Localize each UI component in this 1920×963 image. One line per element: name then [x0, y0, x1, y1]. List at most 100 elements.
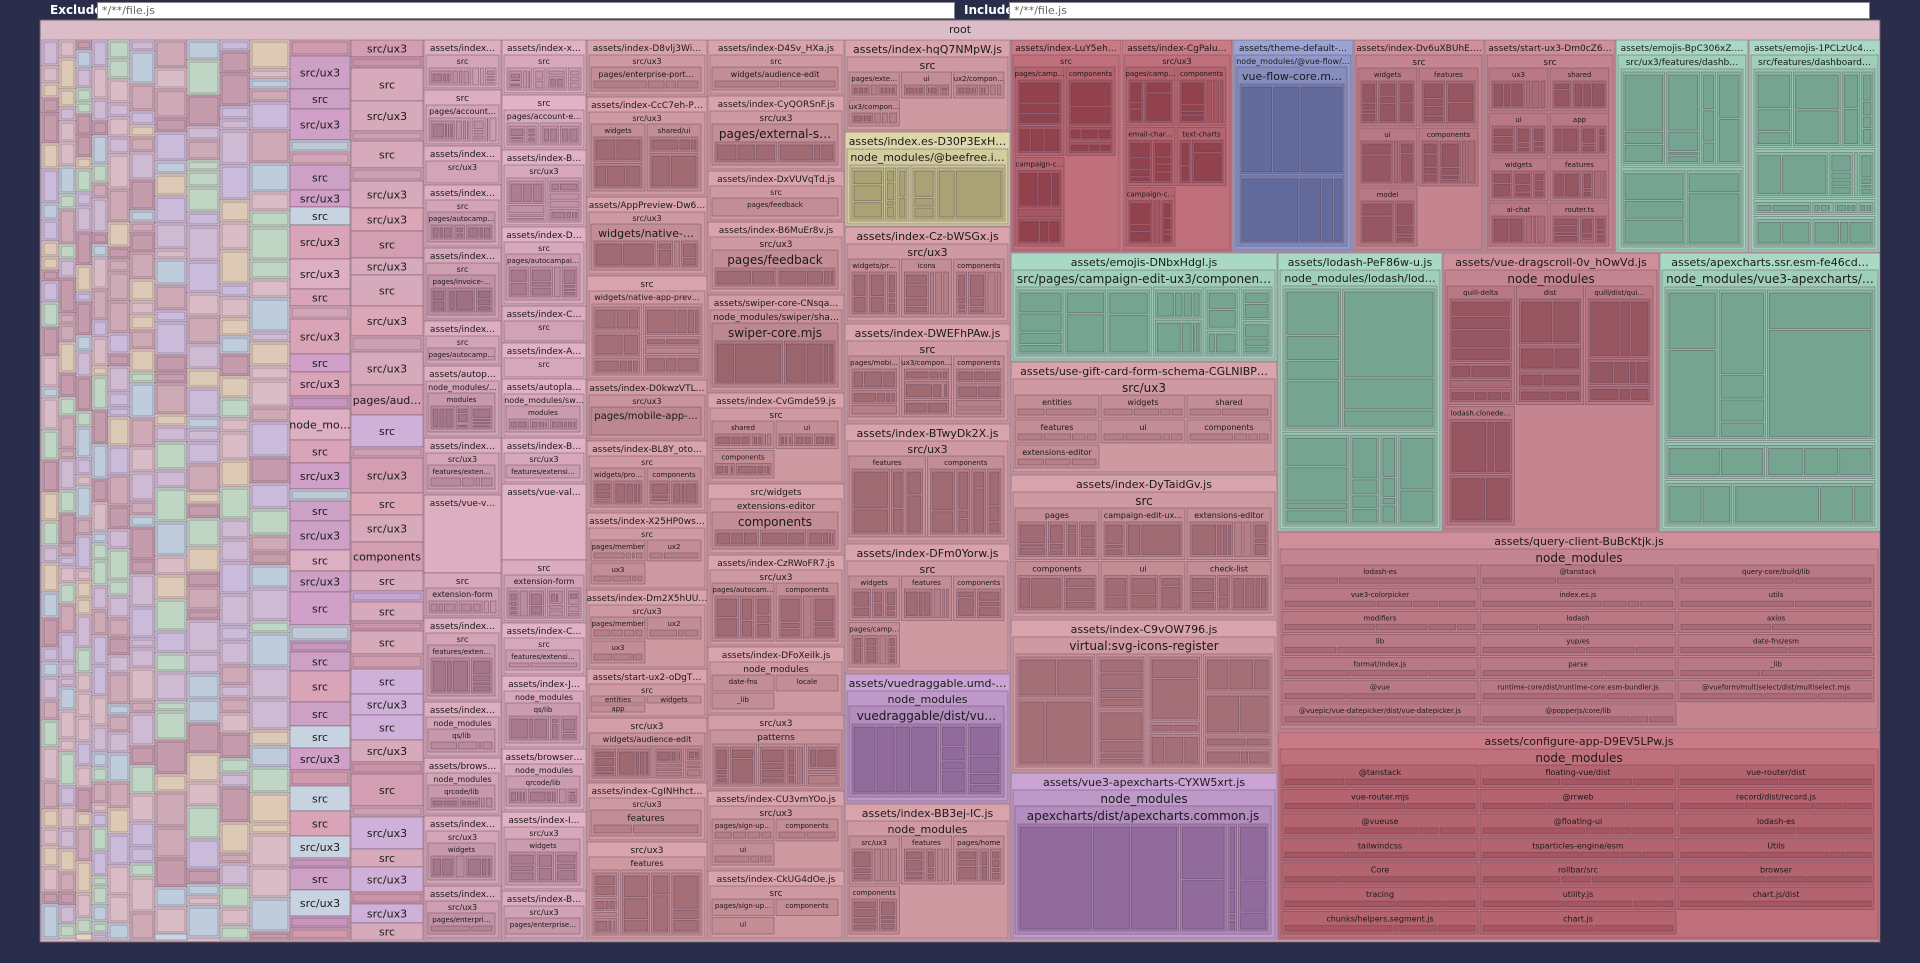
detail-cell[interactable]	[1633, 778, 1674, 785]
detail-cell[interactable]	[1423, 83, 1443, 98]
detail-cell[interactable]	[1221, 408, 1269, 416]
detail-cell[interactable]	[695, 751, 699, 759]
detail-cell[interactable]	[156, 654, 186, 671]
detail-cell[interactable]	[473, 135, 484, 140]
detail-cell[interactable]	[1153, 200, 1161, 244]
detail-cell[interactable]	[1735, 486, 1819, 523]
detail-cell[interactable]	[1658, 900, 1674, 907]
detail-cell[interactable]	[221, 854, 249, 862]
detail-cell[interactable]	[93, 906, 107, 921]
detail-cell[interactable]	[874, 112, 881, 124]
detail-cell[interactable]	[673, 483, 681, 503]
detail-cell[interactable]	[1127, 524, 1141, 555]
detail-cell[interactable]	[1070, 144, 1089, 151]
detail-cell[interactable]	[971, 87, 974, 94]
detail-cell[interactable]	[1757, 205, 1772, 211]
detail-cell[interactable]	[651, 499, 669, 501]
detail-cell[interactable]	[221, 419, 249, 431]
detail-cell[interactable]	[888, 87, 891, 94]
detail-cell[interactable]	[685, 483, 697, 503]
detail-cell[interactable]	[1192, 322, 1195, 353]
detail-cell[interactable]	[60, 343, 75, 372]
detail-cell[interactable]	[1070, 107, 1111, 124]
detail-cell[interactable]	[807, 270, 823, 285]
detail-cell[interactable]	[853, 371, 863, 388]
detail-cell[interactable]	[1680, 827, 1796, 834]
detail-cell[interactable]	[77, 266, 91, 291]
detail-cell[interactable]	[1561, 876, 1591, 883]
detail-cell[interactable]	[814, 144, 821, 161]
detail-cell[interactable]	[1240, 880, 1267, 912]
detail-cell[interactable]	[291, 141, 349, 151]
detail-cell[interactable]	[535, 80, 544, 89]
detail-cell[interactable]	[109, 418, 129, 445]
detail-cell[interactable]	[462, 120, 466, 140]
detail-cell[interactable]	[1380, 96, 1396, 103]
detail-cell[interactable]	[1249, 751, 1269, 764]
detail-cell[interactable]	[978, 386, 1000, 397]
detail-cell[interactable]	[1400, 103, 1413, 122]
detail-cell[interactable]	[60, 545, 75, 555]
detail-cell[interactable]	[109, 118, 129, 136]
detail-cell[interactable]	[1155, 157, 1171, 164]
detail-cell[interactable]	[866, 651, 877, 663]
detail-cell[interactable]	[109, 638, 129, 654]
detail-cell[interactable]	[574, 211, 578, 219]
detail-cell[interactable]	[788, 749, 795, 763]
detail-cell[interactable]	[1364, 716, 1476, 723]
detail-cell[interactable]	[156, 260, 186, 284]
detail-cell[interactable]	[1517, 143, 1529, 147]
detail-cell[interactable]	[1614, 362, 1629, 383]
detail-cell[interactable]	[1680, 623, 1771, 630]
detail-cell[interactable]	[633, 360, 638, 372]
detail-cell[interactable]	[442, 858, 453, 876]
detail-cell[interactable]	[1487, 422, 1494, 472]
detail-cell[interactable]	[467, 120, 469, 140]
detail-cell[interactable]	[1831, 172, 1851, 180]
detail-cell[interactable]	[853, 87, 858, 94]
detail-cell[interactable]	[1219, 578, 1229, 597]
detail-cell[interactable]	[569, 76, 580, 82]
detail-cell[interactable]	[1344, 291, 1434, 378]
detail-cell[interactable]	[60, 873, 75, 891]
detail-cell[interactable]	[1099, 129, 1111, 139]
detail-cell[interactable]	[1103, 433, 1125, 441]
detail-cell[interactable]	[1599, 136, 1605, 152]
detail-cell[interactable]	[1824, 670, 1872, 677]
detail-cell[interactable]	[1396, 225, 1413, 234]
detail-cell[interactable]	[1259, 433, 1269, 441]
detail-cell[interactable]	[486, 70, 495, 75]
detail-cell[interactable]	[895, 726, 911, 793]
detail-cell[interactable]	[881, 920, 895, 923]
detail-cell[interactable]	[670, 155, 697, 187]
detail-cell[interactable]	[893, 508, 903, 533]
detail-cell[interactable]	[1105, 524, 1123, 544]
detail-cell[interactable]	[666, 339, 699, 345]
detail-cell[interactable]	[786, 343, 806, 383]
detail-cell[interactable]	[1423, 167, 1437, 174]
detail-cell[interactable]	[1486, 478, 1510, 521]
detail-cell[interactable]	[1382, 437, 1396, 477]
detail-cell[interactable]	[1286, 381, 1339, 427]
detail-cell[interactable]	[1426, 900, 1444, 907]
detail-cell[interactable]	[1525, 215, 1533, 244]
detail-cell[interactable]	[1240, 695, 1269, 733]
detail-cell[interactable]	[221, 74, 249, 105]
detail-cell[interactable]	[658, 243, 672, 249]
detail-cell[interactable]	[1019, 544, 1045, 547]
detail-cell[interactable]	[188, 61, 219, 94]
detail-cell[interactable]	[291, 153, 349, 164]
detail-cell[interactable]	[221, 285, 249, 296]
detail-cell[interactable]	[1393, 925, 1437, 932]
detail-cell[interactable]	[1619, 389, 1630, 400]
detail-cell[interactable]	[905, 591, 918, 616]
detail-cell[interactable]	[1189, 433, 1233, 441]
detail-cell[interactable]	[866, 638, 877, 646]
detail-cell[interactable]	[93, 503, 107, 531]
detail-cell[interactable]	[814, 598, 834, 622]
detail-cell[interactable]	[1482, 577, 1556, 584]
detail-cell[interactable]	[563, 269, 576, 284]
detail-cell[interactable]	[188, 96, 219, 125]
detail-cell[interactable]	[93, 533, 107, 542]
detail-cell[interactable]	[1680, 577, 1794, 584]
